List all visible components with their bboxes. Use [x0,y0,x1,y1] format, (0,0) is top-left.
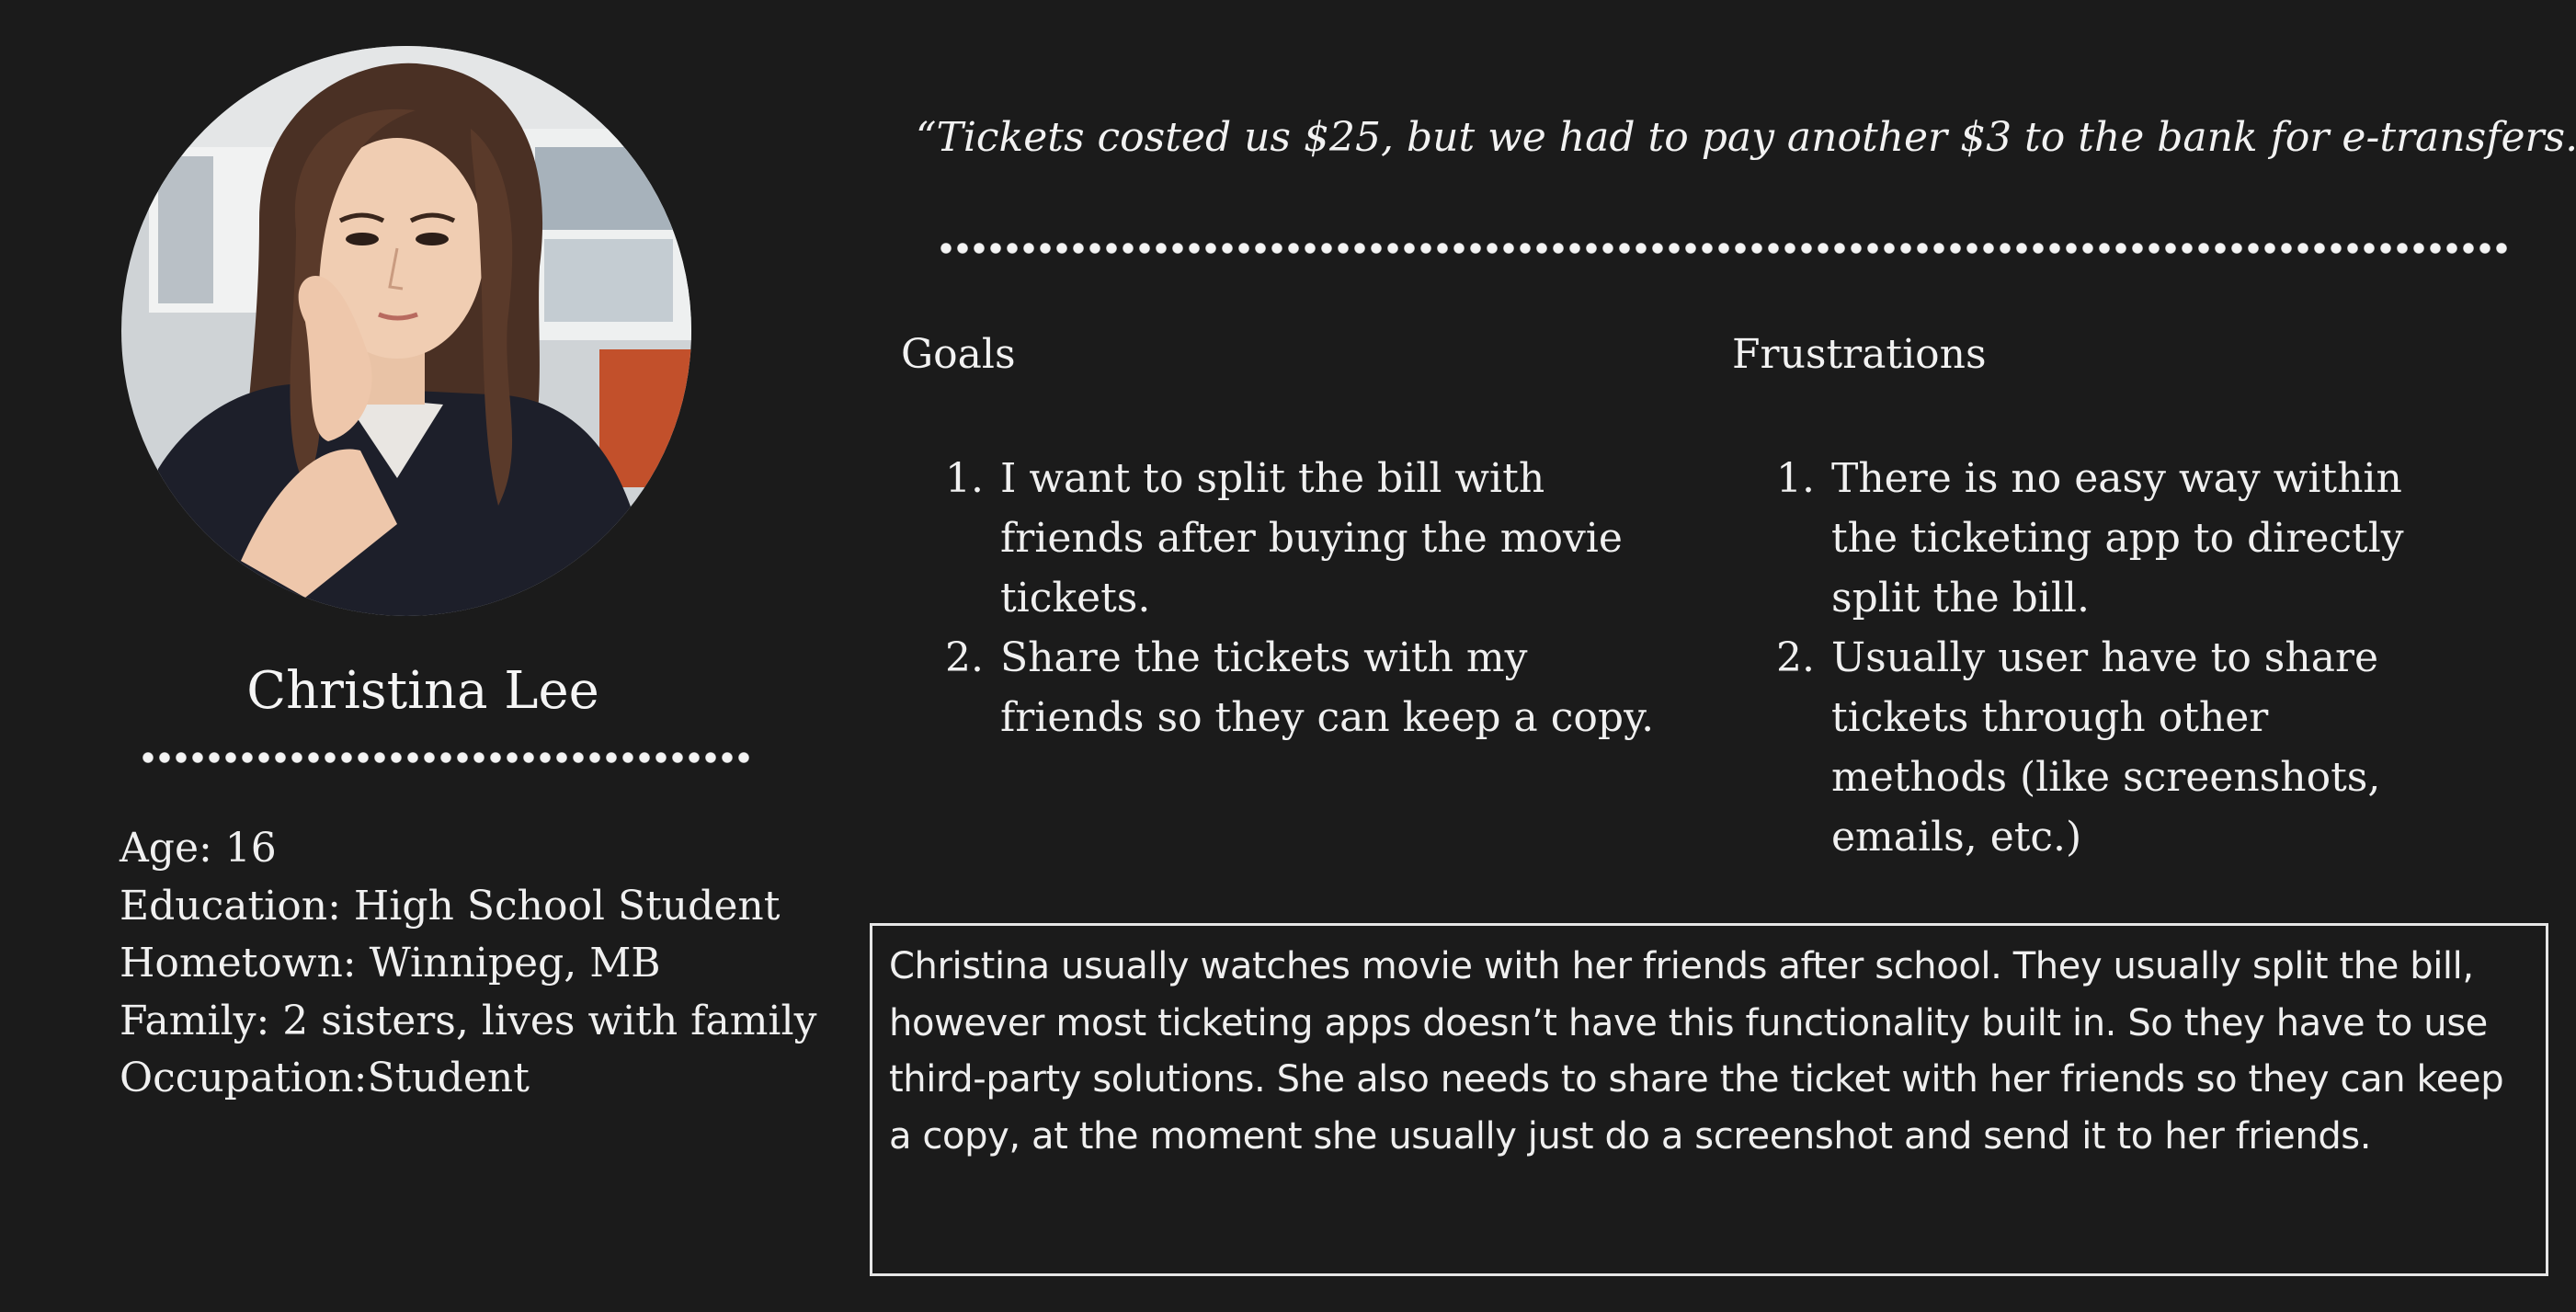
list-item-text: I want to split the bill with friends af… [1000,455,1623,622]
name-divider [140,752,752,763]
persona-photo [121,46,691,616]
detail-age: Age: 16 [120,825,277,872]
persona-quote: “Tickets costed us $25, but we had to pa… [916,114,2576,161]
scenario-box: Christina usually watches movie with her… [870,923,2548,1276]
persona-name: Christina Lee [246,661,599,721]
scenario-text: Christina usually watches movie with her… [889,945,2504,1158]
list-item-text: Share the tickets with my friends so the… [1000,634,1655,741]
persona-details: Age: 16 Education: High School Student H… [120,820,837,1108]
frustrations-list: 1. There is no easy way within the ticke… [1776,449,2456,867]
quote-divider [938,243,2512,254]
list-item: 1. There is no easy way within the ticke… [1776,449,2456,628]
list-item-text: There is no easy way within the ticketin… [1831,455,2404,622]
list-item: 2. Usually user have to share tickets th… [1776,628,2456,867]
detail-family: Family: 2 sisters, lives with family [120,997,817,1044]
detail-hometown: Hometown: Winnipeg, MB [120,940,661,987]
list-number: 2. [945,634,984,681]
detail-education: Education: High School Student [120,882,781,930]
goals-list: 1. I want to split the bill with friends… [945,449,1662,747]
frustrations-heading: Frustrations [1732,331,1987,378]
list-item: 2. Share the tickets with my friends so … [945,628,1662,747]
list-number: 2. [1776,634,1815,681]
persona-photo-illustration [121,46,691,616]
list-item: 1. I want to split the bill with friends… [945,449,1662,628]
detail-occupation: Occupation:Student [120,1055,530,1101]
list-item-text: Usually user have to share tickets throu… [1831,634,2381,861]
list-number: 1. [1776,455,1815,502]
list-number: 1. [945,455,984,502]
goals-heading: Goals [901,331,1016,378]
